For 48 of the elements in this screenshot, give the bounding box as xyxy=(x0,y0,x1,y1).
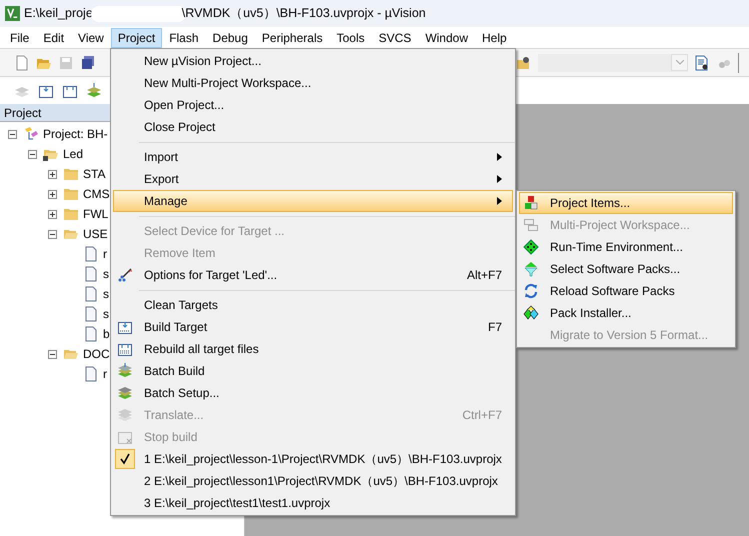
tree-item[interactable]: Led xyxy=(63,145,84,163)
menu-item[interactable]: 3 E:\keil_project\test1\test1.uvprojx xyxy=(113,492,513,514)
menu-bar-item[interactable]: Debug xyxy=(206,28,255,48)
menu-item[interactable]: Options for Target 'Led'... Alt+F7 xyxy=(113,264,513,286)
menu-bar-item[interactable]: View xyxy=(71,28,111,48)
tree-item[interactable]: b xyxy=(103,325,110,343)
menu-bar-item[interactable]: Flash xyxy=(162,28,206,48)
menu-item[interactable]: Export xyxy=(113,168,513,190)
menu-bar-item[interactable]: File xyxy=(3,28,36,48)
menu-bar-item[interactable]: Help xyxy=(475,28,514,48)
window-title: E:\keil_proje xyxy=(24,5,93,22)
menu-item[interactable]: Close Project xyxy=(113,116,513,138)
menu-item[interactable]: Rebuild all target files xyxy=(113,338,513,360)
tree-item[interactable]: FWL xyxy=(83,205,108,223)
tree-item[interactable]: USE xyxy=(83,225,108,243)
window-title: \RVMDK（uv5）\BH-F103.uvprojx - µVision xyxy=(182,5,426,22)
menu-item[interactable]: Open Project... xyxy=(113,94,513,116)
menu-bar-item[interactable]: Window xyxy=(418,28,475,48)
menu-bar-item[interactable]: SVCS xyxy=(372,28,418,48)
tree-item[interactable]: s xyxy=(103,285,109,303)
tree-item[interactable]: DOC xyxy=(83,345,110,363)
menu-item[interactable]: Reload Software Packs xyxy=(519,280,733,302)
menu-item[interactable]: Batch Setup... xyxy=(113,382,513,404)
menu-item[interactable]: Run-Time Environment... xyxy=(519,236,733,258)
menu-item[interactable]: New Multi-Project Workspace... xyxy=(113,72,513,94)
menu-bar-item[interactable]: Project xyxy=(110,28,162,48)
menu-item[interactable]: New µVision Project... xyxy=(113,50,513,72)
menu-item[interactable]: Select Software Packs... xyxy=(519,258,733,280)
menu-bar-item[interactable]: Tools xyxy=(330,28,372,48)
tree-item[interactable]: r xyxy=(103,365,107,383)
menu-bar-item[interactable]: Peripherals xyxy=(254,28,330,48)
menu-item[interactable]: Pack Installer... xyxy=(519,302,733,324)
tree-item[interactable]: Project: BH- xyxy=(43,125,108,143)
menu-item[interactable]: Batch Build xyxy=(113,360,513,382)
tree-item[interactable]: s xyxy=(103,305,109,323)
menu-bar-item[interactable]: Edit xyxy=(36,28,72,48)
panel-title: Project xyxy=(4,104,42,122)
menu-item[interactable]: Clean Targets xyxy=(113,294,513,316)
tree-item[interactable]: r xyxy=(103,245,107,263)
tree-item[interactable]: CMS xyxy=(83,185,110,203)
menu-item[interactable]: Manage xyxy=(113,190,513,212)
menu-item[interactable]: Project Items... xyxy=(519,192,733,214)
menu-item[interactable]: Import xyxy=(113,146,513,168)
menu-item[interactable]: Build Target F7 xyxy=(113,316,513,338)
tree-item[interactable]: STA xyxy=(83,165,106,183)
tree-item[interactable]: s xyxy=(103,265,109,283)
menu-item[interactable]: 1 E:\keil_project\lesson-1\Project\RVMDK（uv5）\BH-F103.uvprojx xyxy=(113,448,513,470)
menu-item[interactable]: 2 E:\keil_project\lesson1\Project\RVMDK（uv5）\BH-F103.uvprojx xyxy=(113,470,513,492)
